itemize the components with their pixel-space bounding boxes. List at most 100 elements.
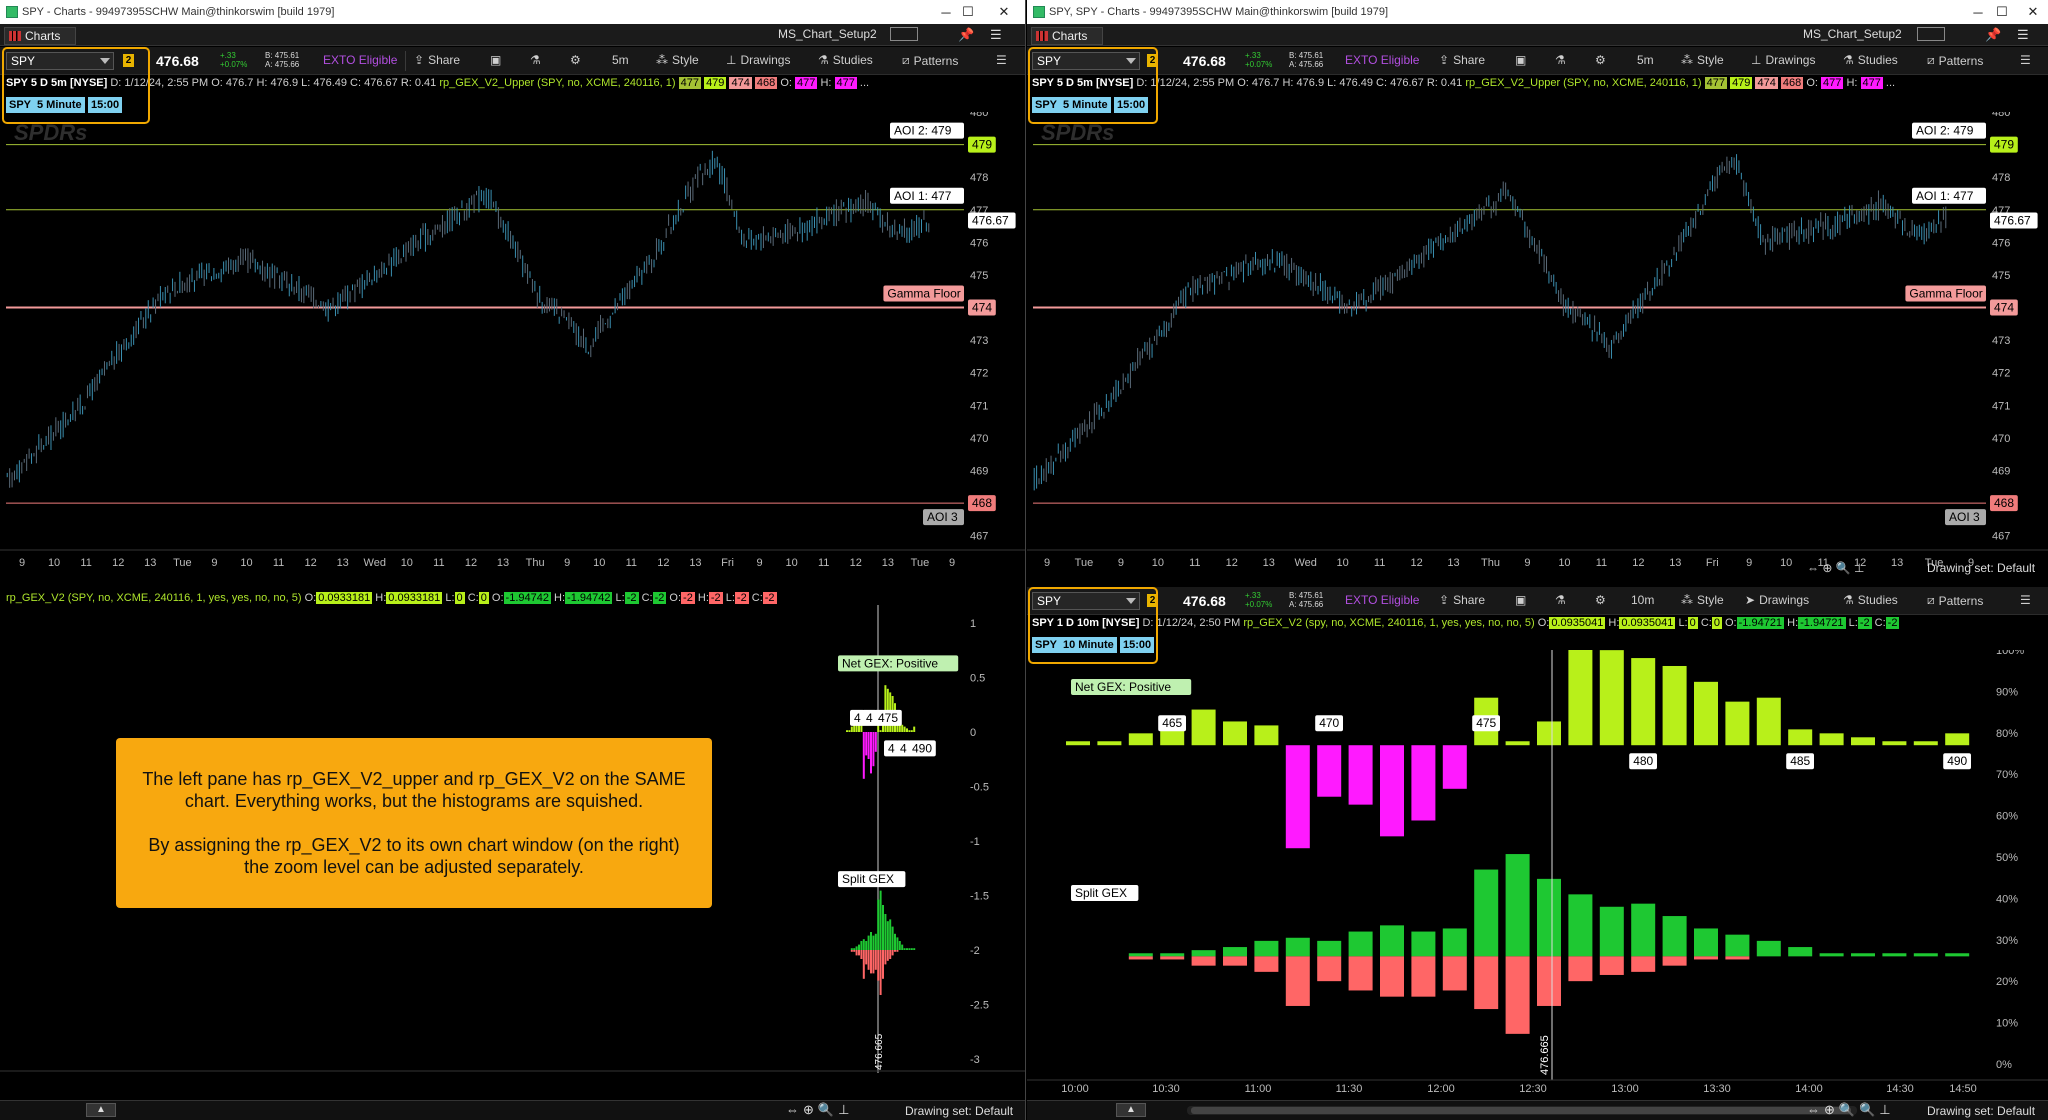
drawing-set[interactable]: Drawing set: Default [905,1104,1013,1118]
zoom-tools-icon[interactable]: ⇔⊕🔍🔍⊥ [1807,1102,1895,1118]
price-chart[interactable]: SPDRs48047947847747647547447347247147046… [1027,112,2048,582]
tab-charts[interactable]: Charts [1031,27,1103,45]
aggregation-button[interactable]: 10m [1631,593,1654,607]
study-value: 479 [1730,77,1753,89]
patterns-button[interactable]: ⧄ Patterns [902,53,958,68]
aoi2-label: AOI 2: 479 [894,124,952,138]
time-tick-label: 10 [1152,557,1164,569]
lower-value: C: [1874,617,1886,629]
setup-name[interactable]: MS_Chart_Setup2 [778,27,877,43]
close-button[interactable]: ✕ [984,0,1024,24]
style-button[interactable]: ⁂ Style [1681,593,1724,607]
split-gex-bar-neg [1537,956,1561,1006]
collapse-arrow-icon[interactable]: ▲ [1116,1103,1146,1117]
lower-value: -1.94721 [1736,617,1785,629]
split-gex-bar-pos [877,899,880,950]
flask-icon: ⚗ [1555,593,1566,607]
toolbar-menu-icon[interactable]: ☰ [2020,593,2031,607]
study-value: 477 [1821,77,1844,89]
layout-icon[interactable] [890,27,918,41]
patterns-button[interactable]: ⧄ Patterns [1927,593,1983,608]
time-tick-label: Fri [1706,557,1719,569]
split-gex-bar-pos [1442,928,1467,957]
lower-value: -2 [708,592,723,604]
time-tick-label: 12 [304,557,316,569]
price-tick-label: 480 [970,112,988,119]
split-gex-bar-neg [862,950,865,979]
study-value: O: [780,77,792,89]
gadget-button[interactable]: ▣ [1515,593,1526,607]
close-button[interactable]: ✕ [2013,0,2048,24]
time-tick-label: Wed [364,557,386,569]
lower-study-label[interactable]: rp_GEX_V2 (spy, no, XCME, 240116, 1, yes… [1243,617,1534,629]
drawings-button[interactable]: ⊥ Drawings [1751,53,1815,67]
setup-name[interactable]: MS_Chart_Setup2 [1803,27,1902,43]
left-chart-window: SPY - Charts - 99497395SCHW Main@thinkor… [0,0,1026,1120]
gadget-button[interactable]: ▣ [490,53,501,67]
net-gex-bar [1819,733,1844,746]
settings-button[interactable]: ⚙ [1595,593,1606,607]
upper-study-label[interactable]: rp_GEX_V2_Upper (SPY, no, XCME, 240116, … [439,77,675,89]
split-gex-bar-neg [896,950,899,952]
net-gex-bar [1066,741,1090,746]
lower-value: 0.0933181 [386,592,443,604]
net-gex-bar [1851,737,1875,746]
maximize-button[interactable]: ☐ [948,0,988,24]
drawings-button[interactable]: ➤ Drawings [1745,593,1809,607]
menu-icon[interactable]: ☰ [990,27,1002,43]
zoom-tools-icon[interactable]: ⇔⊕🔍⊥ [786,1102,853,1118]
strike-label: 4 [888,741,895,755]
studies-button[interactable]: ⚗ Studies [1843,593,1898,607]
pin-icon[interactable]: 📌 [958,27,974,43]
upper-study-label[interactable]: rp_GEX_V2_Upper (SPY, no, XCME, 240116, … [1465,77,1701,89]
net-gex-bar [846,730,848,732]
aggregation-button[interactable]: 5m [1637,53,1654,67]
studies-button[interactable]: ⚗ Studies [818,53,873,67]
cursor-icon: ➤ [1745,593,1756,607]
net-gex-bar [874,732,877,752]
gex-histogram-chart[interactable]: 100% 90% 80% 70% 60% 50% 40% 30% 20% 10% 0% 476.665… [1027,650,2048,1100]
bid-ask: B: 475.61 A: 475.66 [265,51,300,69]
split-gex-bar-neg [1474,956,1499,1010]
settings-button[interactable]: ⚙ [570,53,581,67]
style-button[interactable]: ⁂ Style [656,53,699,67]
patterns-button[interactable]: ⧄ Patterns [1927,53,1983,68]
lower-study-label[interactable]: rp_GEX_V2 (SPY, no, XCME, 240116, 1, yes… [6,592,302,604]
split-gex-bar-pos [913,948,916,950]
collapse-arrow-icon[interactable]: ▲ [86,1103,116,1117]
lower-info-bar: SPY 1 D 10m [NYSE] D: 1/12/24, 2:50 PM r… [1032,617,1900,629]
net-gex-bar [1317,745,1342,797]
menu-icon[interactable]: ☰ [2017,27,2029,43]
share-button[interactable]: ⇪ Share [1439,53,1485,67]
share-button[interactable]: ⇪ Share [1439,593,1485,607]
flask-button[interactable]: ⚗ [530,53,541,67]
flask-button[interactable]: ⚗ [1555,593,1566,607]
studies-button[interactable]: ⚗ Studies [1843,53,1898,67]
toolbar-menu-icon[interactable]: ☰ [996,53,1007,67]
time-tick-label: 13 [1891,557,1903,569]
layout-icon[interactable] [1917,27,1945,41]
net-gex-bar [865,732,868,756]
horizontal-scrollbar[interactable] [1187,1106,1857,1115]
aoi3-label: AOI 3 [927,510,958,524]
share-button[interactable]: ⇪ Share [414,53,460,67]
lower-value: 0 [454,592,465,604]
pin-icon[interactable]: 📌 [1985,27,2001,43]
tab-charts[interactable]: Charts [4,27,76,45]
aggregation-button[interactable]: 5m [612,53,629,67]
flask-button[interactable]: ⚗ [1555,53,1566,67]
screen-icon: ▣ [490,53,502,67]
pct-tick-label: 70% [1996,769,2018,781]
tab-bar: Charts MS_Chart_Setup2 📌 ☰ [0,24,1025,46]
strike-label: 470 [1319,716,1339,730]
price-chart[interactable]: SPDRs48047947847747647547447347247147046… [0,112,1026,582]
scrollbar-thumb[interactable] [1191,1107,1851,1114]
style-button[interactable]: ⁂ Style [1681,53,1724,67]
drawing-set[interactable]: Drawing set: Default [1927,1104,2035,1118]
drawings-button[interactable]: ⊥ Drawings [726,53,790,67]
lower-value: O: [491,592,504,604]
gadget-button[interactable]: ▣ [1515,53,1526,67]
toolbar-menu-icon[interactable]: ☰ [2020,53,2031,67]
net-gex-bar [908,730,911,732]
settings-button[interactable]: ⚙ [1595,53,1606,67]
